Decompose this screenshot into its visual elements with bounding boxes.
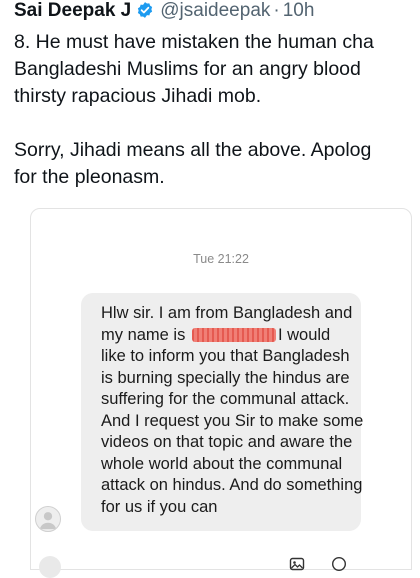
separator-dot: · bbox=[273, 0, 280, 21]
author-name[interactable]: Sai Deepak J bbox=[14, 0, 131, 22]
message-line: is burning specially the hindus are bbox=[101, 368, 350, 387]
message-line: Hlw sir. I am from Bangladesh and bbox=[101, 304, 353, 322]
tweet-line: thirsty rapacious Jihadi mob. bbox=[14, 85, 262, 107]
camera-icon[interactable] bbox=[39, 556, 61, 578]
message-line: attack on hindus. And do something bbox=[101, 476, 363, 494]
message-text: my name is bbox=[101, 325, 186, 344]
tweet-line: Bangladeshi Muslims for an angry blood bbox=[14, 58, 361, 80]
avatar-placeholder-icon bbox=[35, 506, 61, 532]
attached-chat-screenshot[interactable]: Tue 21:22 Hlw sir. I am from Bangladesh … bbox=[30, 208, 412, 578]
tweet-timestamp[interactable]: 10h bbox=[283, 0, 315, 22]
tweet-header: Sai Deepak J @jsaideepak · 10h bbox=[14, 0, 314, 22]
author-handle[interactable]: @jsaideepak bbox=[160, 0, 270, 22]
message-bubble: Hlw sir. I am from Bangladesh and my nam… bbox=[81, 293, 364, 531]
message-text: I would bbox=[277, 325, 331, 344]
tweet-line: Sorry, Jihadi means all the above. Apolo… bbox=[14, 139, 372, 161]
verified-badge-icon bbox=[136, 1, 154, 19]
message-timestamp: Tue 21:22 bbox=[193, 252, 249, 266]
tweet-line: for the pleonasm. bbox=[14, 166, 165, 188]
message-line: like to inform you that Bangladesh bbox=[101, 347, 350, 365]
image-icon[interactable] bbox=[289, 556, 305, 572]
tweet-text: 8. He must have mistaken the human cha B… bbox=[14, 29, 420, 191]
message-line: for us if you can bbox=[101, 497, 218, 516]
tweet-line: 8. He must have mistaken the human cha bbox=[14, 31, 374, 53]
message-line: And I request you Sir to make some bbox=[101, 411, 364, 430]
composer-bar bbox=[31, 554, 411, 578]
redacted-name-scribble bbox=[191, 328, 276, 343]
message-line: videos on that topic and aware the bbox=[101, 433, 353, 451]
message-line: suffering for the communal attack. bbox=[101, 390, 350, 408]
sticker-icon[interactable] bbox=[331, 556, 347, 572]
message-line: whole world about the communal bbox=[101, 454, 343, 473]
message-line-with-redaction: my name is I would bbox=[101, 325, 347, 347]
